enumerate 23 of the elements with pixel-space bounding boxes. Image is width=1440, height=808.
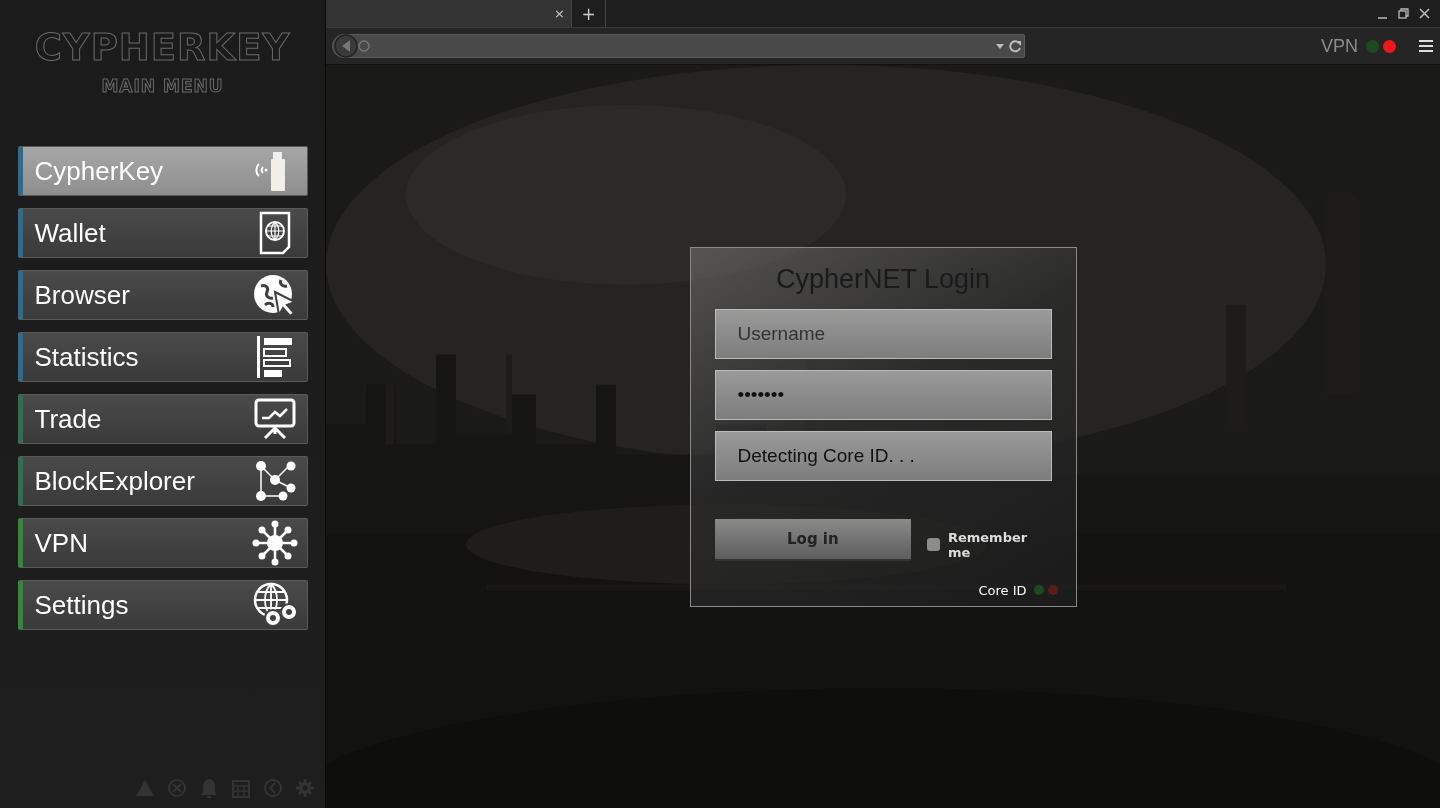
new-tab-button[interactable]: + bbox=[572, 0, 606, 27]
menu-title: MAIN MENU bbox=[101, 76, 224, 96]
close-tab-icon[interactable]: × bbox=[554, 6, 565, 21]
menu-item[interactable]: Browser bbox=[17, 270, 308, 320]
back-button-icon[interactable] bbox=[333, 34, 371, 58]
username-field[interactable]: Username bbox=[714, 308, 1052, 359]
browser-tab[interactable]: × bbox=[326, 0, 572, 27]
menu-item[interactable]: Trade bbox=[17, 394, 308, 444]
menu-item[interactable]: VPN bbox=[17, 518, 308, 568]
password-field[interactable]: ••••••• bbox=[714, 369, 1052, 420]
menu-item[interactable]: BlockExplorer bbox=[17, 456, 308, 506]
menu-item[interactable]: Wallet bbox=[17, 208, 308, 258]
core-id-label: Core ID bbox=[978, 582, 1027, 598]
menu-item[interactable]: Settings bbox=[17, 580, 308, 630]
menu-item[interactable]: Statistics bbox=[17, 332, 308, 382]
remember-checkbox[interactable]: Remember me bbox=[927, 529, 1052, 560]
vpn-label: VPN bbox=[1321, 35, 1358, 57]
core-id-field[interactable]: Detecting Core ID. . . bbox=[714, 430, 1052, 481]
menu-icon[interactable] bbox=[1418, 39, 1434, 53]
restore-icon[interactable] bbox=[1398, 8, 1409, 19]
hub-nodes-icon bbox=[250, 520, 299, 566]
logo-text: CYPHERKEY bbox=[34, 25, 291, 71]
close-icon[interactable] bbox=[1419, 8, 1430, 19]
